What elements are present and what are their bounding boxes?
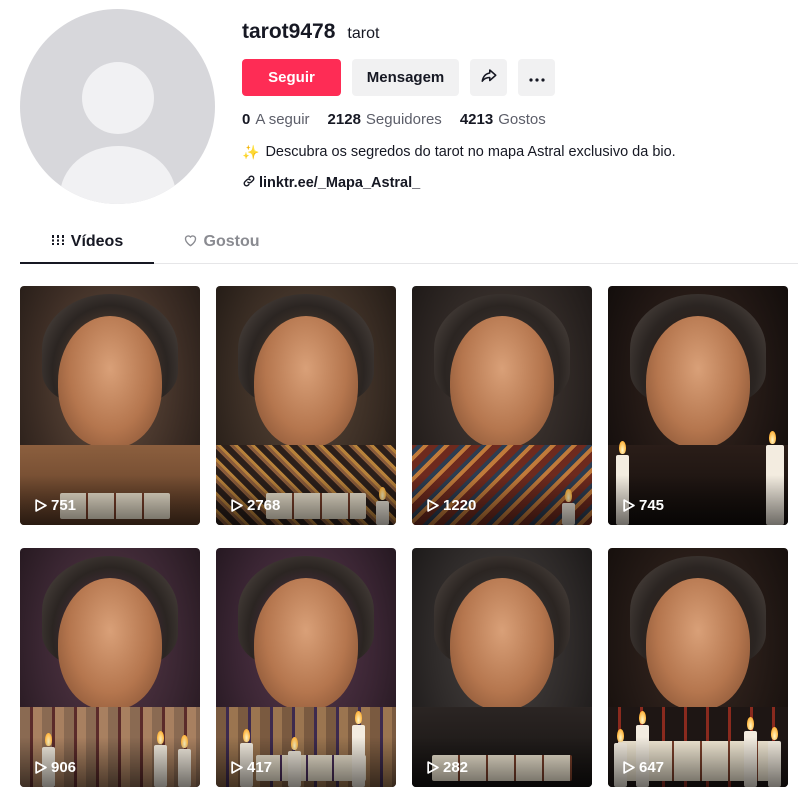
followers-count: 2128 (327, 110, 361, 128)
play-icon (427, 499, 439, 512)
video-view-count: 2768 (230, 497, 280, 514)
profile-stats: 0A seguir 2128 Seguidores 4213 Gostos (242, 109, 782, 129)
play-icon (231, 499, 243, 512)
view-count-text: 745 (639, 497, 665, 514)
video-card[interactable]: 282 (412, 548, 592, 787)
more-button[interactable] (518, 59, 555, 96)
video-view-count: 906 (34, 759, 76, 776)
sparkle-icon: ✨ (242, 143, 260, 160)
nickname: tarot (347, 25, 380, 42)
bio-link[interactable]: linktr.ee/_Mapa_Astral_ (242, 173, 782, 193)
link-icon (242, 174, 256, 192)
bio-text: Descubra os segredos do tarot no mapa As… (265, 144, 676, 160)
video-card[interactable]: 417 (216, 548, 396, 787)
profile-avatar (20, 9, 215, 204)
message-button[interactable]: Mensagem (352, 59, 459, 96)
grid-bars-icon (50, 233, 65, 252)
follow-button[interactable]: Seguir (242, 59, 341, 96)
share-button[interactable] (470, 59, 507, 96)
username: tarot9478 (242, 20, 336, 43)
profile-tabs: Vídeos Gostou (20, 222, 798, 264)
likes-count: 4213 (459, 110, 494, 128)
following-count: 0 (242, 110, 251, 128)
video-card[interactable]: 745 (608, 286, 788, 525)
video-view-count: 417 (230, 759, 272, 776)
video-view-count: 751 (34, 497, 76, 514)
video-view-count: 282 (426, 759, 468, 776)
view-count-text: 282 (443, 759, 469, 776)
tab-liked-label: Gostou (203, 233, 260, 250)
view-count-text: 751 (51, 497, 77, 514)
followers-label: Seguidores (365, 110, 442, 128)
tab-videos[interactable]: Vídeos (20, 222, 154, 264)
play-icon (623, 499, 635, 512)
view-count-text: 2768 (247, 497, 281, 514)
video-view-count: 745 (622, 497, 664, 514)
view-count-text: 906 (51, 759, 77, 776)
video-card[interactable]: 647 (608, 548, 788, 787)
share-icon (480, 67, 498, 89)
following-label: A seguir (255, 110, 310, 128)
video-view-count: 647 (622, 759, 664, 776)
play-icon (35, 499, 47, 512)
followers-stat[interactable]: 2128 Seguidores (328, 111, 442, 128)
play-icon (231, 761, 243, 774)
avatar-head-shape (82, 62, 154, 134)
play-icon (623, 761, 635, 774)
play-icon (35, 761, 47, 774)
video-card[interactable]: 751 (20, 286, 200, 525)
video-card[interactable]: 2768 (216, 286, 396, 525)
likes-label: Gostos (498, 110, 546, 128)
profile-bio: ✨ Descubra os segredos do tarot no mapa … (242, 142, 782, 162)
following-stat[interactable]: 0A seguir (242, 111, 310, 128)
video-card[interactable]: 1220 (412, 286, 592, 525)
video-grid: 751 2768 1220 745 906 417 282 647 (20, 286, 788, 787)
name-row: tarot9478 tarot (242, 20, 782, 48)
bio-link-text: linktr.ee/_Mapa_Astral_ (259, 175, 421, 191)
view-count-text: 1220 (443, 497, 477, 514)
video-card[interactable]: 906 (20, 548, 200, 787)
tab-liked[interactable]: Gostou (154, 222, 288, 262)
avatar-body-shape (60, 146, 176, 204)
video-view-count: 1220 (426, 497, 476, 514)
view-count-text: 647 (639, 759, 665, 776)
likes-stat: 4213 Gostos (460, 111, 546, 128)
more-icon (528, 69, 545, 86)
profile-info: tarot9478 tarot Seguir Mensagem 0A segui… (242, 20, 782, 193)
action-buttons: Seguir Mensagem (242, 59, 782, 96)
view-count-text: 417 (247, 759, 273, 776)
heart-outline-icon (183, 233, 198, 252)
play-icon (427, 761, 439, 774)
tab-videos-label: Vídeos (70, 233, 124, 250)
